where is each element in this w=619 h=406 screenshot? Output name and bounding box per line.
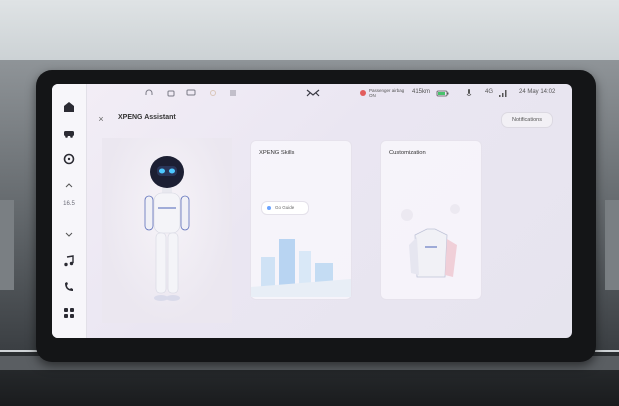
- temperature-readout: 16.5: [63, 201, 75, 207]
- outfit-illustration: [401, 204, 460, 278]
- close-icon[interactable]: ×: [96, 114, 106, 124]
- infotainment-screen: 16.5 Passenger airbag ON 415km 4G 24 May…: [52, 84, 572, 338]
- customization-card[interactable]: Customization: [380, 140, 482, 300]
- chevron-down-icon[interactable]: [60, 226, 78, 244]
- light-icon[interactable]: [208, 88, 218, 98]
- car-icon[interactable]: [60, 124, 78, 142]
- right-vent: [605, 200, 619, 290]
- battery-icon: [436, 90, 449, 97]
- steering-icon[interactable]: [60, 150, 78, 168]
- skills-card[interactable]: XPENG Skills Go Guide: [250, 140, 352, 300]
- go-guide-label: Go Guide: [275, 205, 295, 210]
- left-dock: 16.5: [52, 84, 87, 338]
- notifications-button[interactable]: Notifications: [501, 112, 553, 128]
- range-readout: 415km: [412, 89, 431, 95]
- page-title: XPENG Assistant: [118, 114, 176, 121]
- logo-icon: [306, 89, 320, 97]
- city-illustration: [251, 239, 351, 297]
- music-icon[interactable]: [60, 252, 78, 270]
- seat-icon[interactable]: [166, 88, 176, 98]
- skills-card-title: XPENG Skills: [259, 150, 295, 156]
- screen-icon[interactable]: [186, 88, 196, 98]
- mic-icon[interactable]: [464, 88, 474, 98]
- phone-icon[interactable]: [60, 278, 78, 296]
- signal-icon: [499, 90, 507, 97]
- clock: 24 May 14:02: [519, 89, 556, 95]
- customization-card-title: Customization: [389, 150, 426, 156]
- assistant-avatar-pane: [102, 138, 232, 323]
- dot-icon: [267, 205, 271, 210]
- network-readout: 4G: [485, 89, 494, 95]
- left-vent: [0, 200, 14, 290]
- airbag-icon: [360, 90, 366, 96]
- go-guide-button[interactable]: Go Guide: [261, 201, 309, 215]
- robot-avatar[interactable]: [102, 138, 232, 323]
- apps-icon[interactable]: [60, 304, 78, 322]
- home-icon[interactable]: [60, 98, 78, 116]
- headset-icon[interactable]: [144, 88, 154, 98]
- airbag-status: Passenger airbag ON: [369, 88, 405, 98]
- chevron-up-icon[interactable]: [60, 176, 78, 194]
- defrost-icon[interactable]: [228, 88, 238, 98]
- status-bar: Passenger airbag ON 415km 4G 24 May 14:0…: [86, 84, 572, 106]
